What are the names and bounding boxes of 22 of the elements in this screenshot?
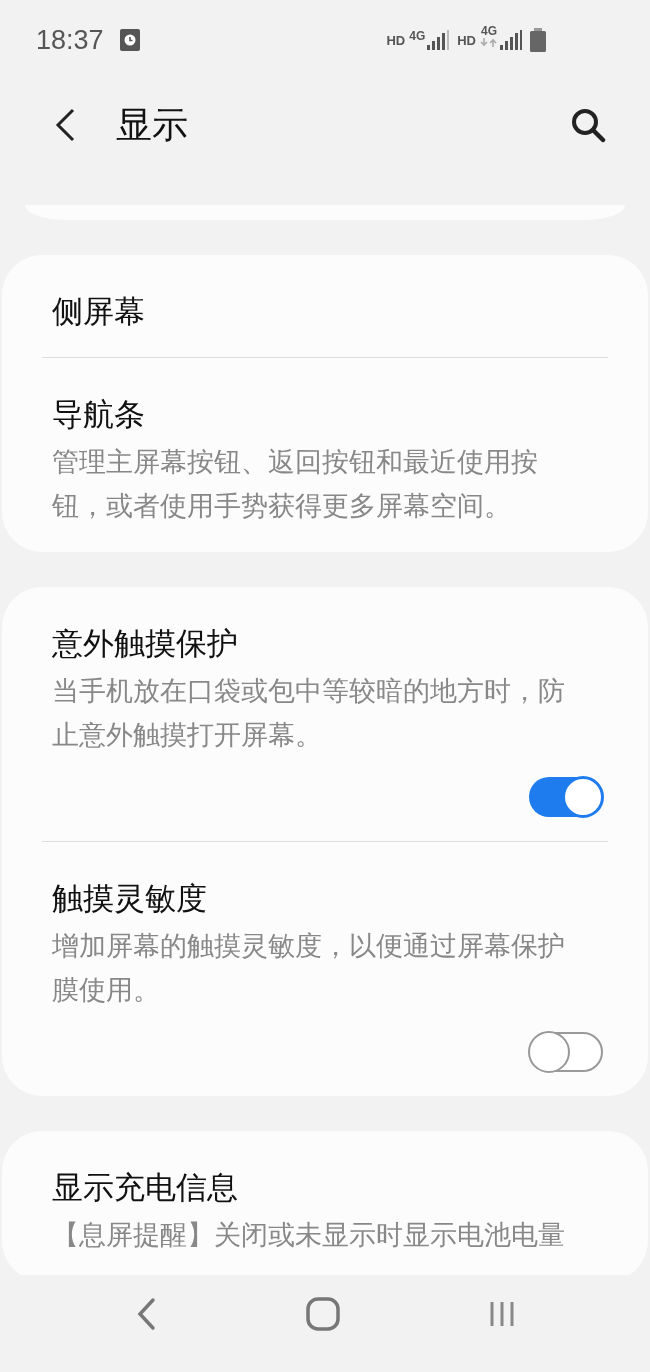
toggle-switch[interactable] bbox=[529, 1032, 603, 1072]
status-time: 18:37 bbox=[36, 24, 104, 56]
setting-description: 管理主屏幕按钮、返回按钮和最近使用按钮，或者使用手势获得更多屏幕空间。 bbox=[52, 445, 539, 523]
setting-description: 当手机放在口袋或包中等较暗的地方时，防止意外触摸打开屏幕。 bbox=[52, 674, 566, 752]
data-arrows-icon bbox=[480, 38, 498, 47]
hd-indicator: HD bbox=[386, 32, 406, 48]
battery-icon bbox=[530, 28, 546, 52]
toggle-switch[interactable] bbox=[529, 777, 603, 817]
hd-indicator: HD bbox=[457, 32, 476, 48]
setting-title[interactable]: 显示充电信息 bbox=[52, 1165, 598, 1209]
setting-title[interactable]: 意外触摸保护 bbox=[52, 621, 598, 665]
network-indicator: 4G bbox=[409, 29, 426, 43]
signal-icon bbox=[500, 30, 522, 50]
setting-title[interactable]: 触摸灵敏度 bbox=[52, 876, 598, 920]
signal-icon bbox=[427, 30, 450, 50]
setting-description: 增加屏幕的触摸灵敏度，以便通过屏幕保护膜使用。 bbox=[52, 929, 566, 1007]
setting-description: 【息屏提醒】关闭或未显示时显示电池电量 bbox=[52, 1218, 566, 1252]
page-title: 显示 bbox=[116, 102, 188, 147]
setting-title[interactable]: 导航条 bbox=[52, 392, 598, 436]
clock-icon bbox=[119, 29, 140, 51]
network-indicator: 4G bbox=[481, 25, 497, 38]
setting-title[interactable]: 侧屏幕 bbox=[52, 289, 598, 333]
